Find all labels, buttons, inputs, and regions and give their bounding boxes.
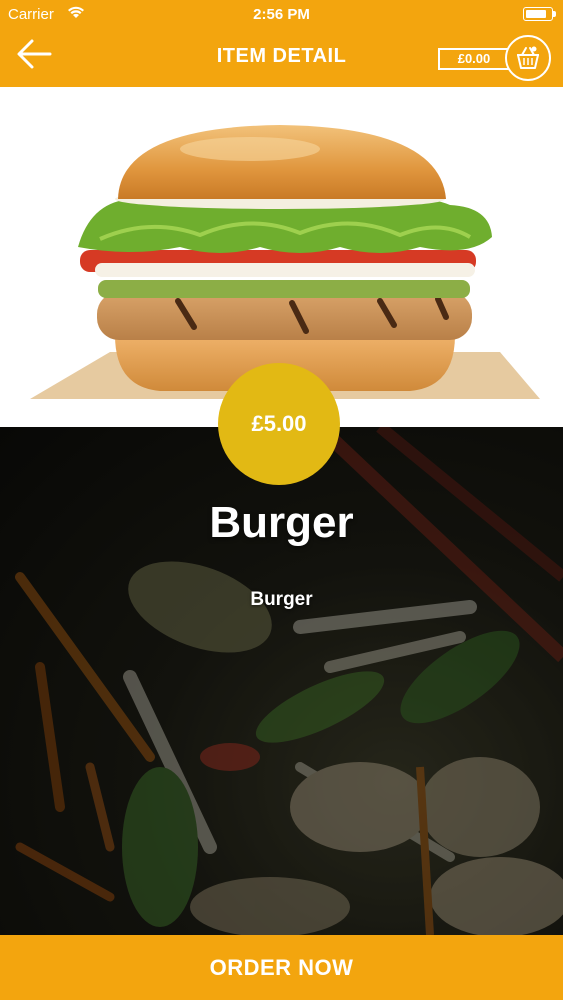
cart-button[interactable] <box>505 35 551 81</box>
cart-total[interactable]: £0.00 <box>438 48 510 70</box>
item-description: Burger <box>250 589 313 610</box>
battery-tip <box>553 11 556 17</box>
battery-icon <box>523 7 553 21</box>
item-name: Burger <box>209 498 354 547</box>
price-badge: £5.00 <box>218 363 340 485</box>
basket-icon <box>517 46 539 69</box>
status-bar: Carrier 2:56 PM <box>0 0 563 30</box>
status-time: 2:56 PM <box>253 6 310 23</box>
order-now-button[interactable]: ORDER NOW <box>0 935 563 1000</box>
header: Carrier 2:56 PM ITEM DETAIL £0.00 <box>0 0 563 87</box>
